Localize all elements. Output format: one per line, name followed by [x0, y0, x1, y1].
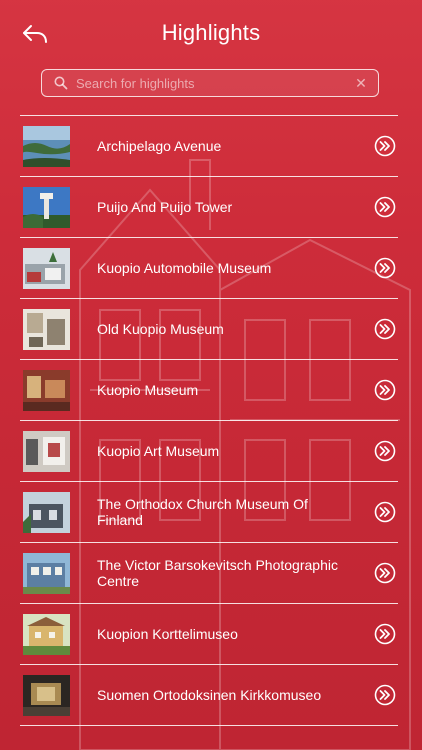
chevron-right-circle-icon [374, 623, 396, 645]
search-input[interactable] [76, 75, 348, 91]
thumbnail-image [23, 492, 70, 533]
list-item-label: Kuopio Art Museum [97, 443, 220, 459]
chevron-right-circle-icon [374, 318, 396, 340]
list-item-label: Kuopio Museum [97, 382, 199, 398]
thumbnail-image [23, 553, 70, 594]
thumbnail-image [23, 675, 70, 716]
thumbnail-image [23, 248, 70, 289]
search-icon [46, 76, 76, 90]
list-item-puijo-tower[interactable]: Puijo And Puijo Tower [20, 176, 398, 237]
list-item-label: Archipelago Avenue [97, 138, 222, 154]
chevron-right-circle-icon [374, 196, 396, 218]
page-title: Highlights [161, 20, 261, 45]
list-item-kuopion-korttelimuseo[interactable]: Kuopion Korttelimuseo [20, 603, 398, 664]
chevron-right-circle-icon [374, 562, 396, 584]
thumbnail-image [23, 126, 70, 167]
list-item-label: Suomen Ortodoksinen Kirkkomuseo [97, 687, 322, 703]
thumbnail-image [23, 370, 70, 411]
clear-icon[interactable]: ✕ [348, 75, 374, 92]
list-item-label: Kuopio Automobile Museum [97, 260, 272, 276]
chevron-right-circle-icon [374, 684, 396, 706]
list-item-label: Puijo And Puijo Tower [97, 199, 233, 215]
list-item-label: Kuopion Korttelimuseo [97, 626, 238, 642]
thumbnail-image [23, 187, 70, 228]
list-item-orthodox-church-museum[interactable]: The Orthodox Church Museum Of Finland [20, 481, 398, 542]
list-item-suomen-ortodoksinen-kirkkomuseo[interactable]: Suomen Ortodoksinen Kirkkomuseo [20, 664, 398, 726]
header: Highlights [0, 0, 422, 62]
highlights-list: Archipelago Avenue Puijo And Puijo Tower [20, 115, 398, 726]
list-item-victor-barsokevitsch-centre[interactable]: The Victor Barsokevitsch Photographic Ce… [20, 542, 398, 603]
list-item-label: Old Kuopio Museum [97, 321, 224, 337]
list-item-old-kuopio-museum[interactable]: Old Kuopio Museum [20, 298, 398, 359]
chevron-right-circle-icon [374, 501, 396, 523]
list-item-kuopio-art-museum[interactable]: Kuopio Art Museum [20, 420, 398, 481]
chevron-right-circle-icon [374, 440, 396, 462]
chevron-right-circle-icon [374, 379, 396, 401]
chevron-right-circle-icon [374, 257, 396, 279]
thumbnail-image [23, 431, 70, 472]
chevron-right-circle-icon [374, 135, 396, 157]
screen: Highlights ✕ Archipelago Avenue [0, 0, 422, 750]
list-item-label: The Victor Barsokevitsch Photographic Ce… [97, 557, 338, 589]
list-item-kuopio-automobile-museum[interactable]: Kuopio Automobile Museum [20, 237, 398, 298]
list-item-label: The Orthodox Church Museum Of Finland [97, 496, 308, 528]
thumbnail-image [23, 614, 70, 655]
search-bar: ✕ [41, 69, 379, 97]
thumbnail-image [23, 309, 70, 350]
list-item-archipelago-avenue[interactable]: Archipelago Avenue [20, 115, 398, 176]
list-item-kuopio-museum[interactable]: Kuopio Museum [20, 359, 398, 420]
